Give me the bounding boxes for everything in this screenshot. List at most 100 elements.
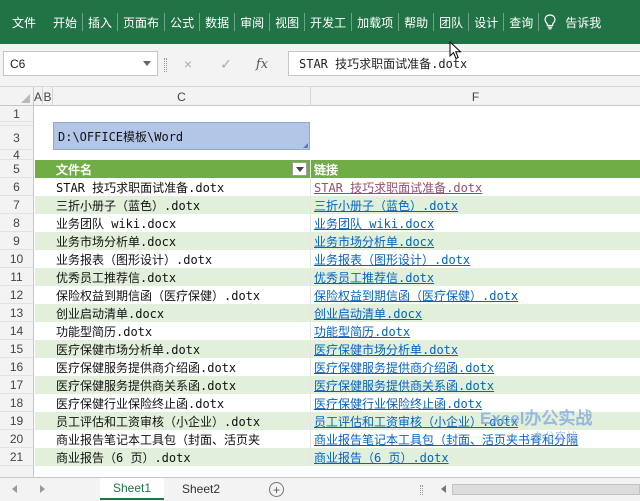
filename-cell[interactable]: STAR 技巧求职面试准备.dotx [53, 178, 311, 196]
hyperlink-cell[interactable]: 商业报告（6 页）.dotx [311, 448, 640, 466]
column-header-a[interactable]: A [34, 87, 43, 106]
filename-cell[interactable]: 医疗保健服务提供商介绍函.dotx [53, 358, 311, 376]
row-header[interactable]: 10 [0, 250, 33, 268]
header-cell-filename[interactable]: 文件名 [53, 160, 311, 178]
row-header[interactable]: 20 [0, 430, 33, 448]
hyperlink-cell[interactable]: 三折小册子（蓝色）.dotx [311, 196, 640, 214]
tab-review[interactable]: 审阅 [235, 0, 269, 44]
hyperlink-cell[interactable]: 医疗保健服务提供商关系函.dotx [311, 376, 640, 394]
row-header[interactable]: 9 [0, 232, 33, 250]
table-row: 业务团队 wiki.docx 业务团队 wiki.docx [35, 214, 640, 232]
filename-cell[interactable]: 医疗保健行业保险终止函.dotx [53, 394, 311, 412]
hyperlink-cell[interactable]: 业务报表（图形设计）.dotx [311, 250, 640, 268]
tab-addins[interactable]: 加载项 [352, 0, 398, 44]
column-header-c[interactable]: C [53, 87, 311, 106]
scroll-right-icon[interactable] [40, 485, 45, 493]
lightbulb-icon[interactable] [539, 0, 561, 44]
tab-design[interactable]: 设计 [469, 0, 503, 44]
row-header[interactable]: 7 [0, 196, 33, 214]
tab-view[interactable]: 视图 [270, 0, 304, 44]
hyperlink-cell[interactable]: 业务市场分析单.docx [311, 232, 640, 250]
worksheet-grid[interactable]: D:\OFFICE模板\Word 文件名 链接 STAR 技巧求职面试准备.dotx… [35, 106, 640, 477]
tab-home[interactable]: 开始 [48, 0, 82, 44]
hyperlink-cell[interactable]: 业务团队 wiki.docx [311, 214, 640, 232]
table-row: 三折小册子（蓝色）.dotx 三折小册子（蓝色）.dotx [35, 196, 640, 214]
row-header[interactable]: 4 [0, 148, 33, 162]
sheet-tab-sheet1[interactable]: Sheet1 [100, 478, 164, 500]
row-header[interactable]: 5 [0, 160, 33, 178]
filter-dropdown-button[interactable] [292, 162, 307, 176]
hyperlink-cell[interactable]: 医疗保健服务提供商介绍函.dotx [311, 358, 640, 376]
row-header[interactable]: 6 [0, 178, 33, 196]
filename-cell[interactable]: 商业报告笔记本工具包（封面、活页夹 [53, 430, 311, 448]
tab-data[interactable]: 数据 [200, 0, 234, 44]
hyperlink-cell[interactable]: 保险权益到期信函（医疗保健）.dotx [311, 286, 640, 304]
column-header-b[interactable]: B [43, 87, 53, 106]
enter-icon[interactable]: ✓ [214, 52, 238, 76]
path-cell-text: D:\OFFICE模板\Word [58, 129, 184, 144]
row-header[interactable]: 19 [0, 412, 33, 430]
header-cell-link[interactable]: 链接 [311, 160, 640, 178]
select-all-button[interactable] [0, 87, 34, 106]
row-header[interactable]: 1 [0, 106, 33, 122]
row-header[interactable]: 17 [0, 376, 33, 394]
row-header[interactable]: 18 [0, 394, 33, 412]
tab-query[interactable]: 查询 [504, 0, 538, 44]
filename-cell[interactable]: 员工评估和工资审核（小企业）.dotx [53, 412, 311, 430]
splitter-handle[interactable] [164, 58, 167, 72]
chevron-down-icon [295, 166, 304, 172]
row-header[interactable]: 3 [0, 126, 33, 150]
filename-cell[interactable]: 医疗保健市场分析单.dotx [53, 340, 311, 358]
column-header-f[interactable]: F [311, 87, 640, 106]
filename-cell[interactable]: 三折小册子（蓝色）.dotx [53, 196, 311, 214]
row-header[interactable]: 11 [0, 268, 33, 286]
chevron-down-icon[interactable] [143, 61, 151, 66]
hyperlink-cell[interactable]: 商业报告笔记本工具包（封面、活页夹书脊和分隔 [311, 430, 640, 448]
insert-function-button[interactable]: fx [250, 52, 274, 76]
hyperlink-cell[interactable]: 功能型简历.dotx [311, 322, 640, 340]
scroll-left-icon[interactable] [441, 485, 446, 493]
row-header[interactable]: 21 [0, 448, 33, 466]
hyperlink-cell[interactable]: STAR 技巧求职面试准备.dotx [311, 178, 640, 196]
name-box[interactable]: C6 [3, 51, 158, 76]
splitter-handle[interactable] [420, 485, 423, 495]
table-row: 创业启动清单.docx 创业启动清单.docx [35, 304, 640, 322]
table-row: 优秀员工推荐信.dotx 优秀员工推荐信.dotx [35, 268, 640, 286]
row-header[interactable]: 8 [0, 214, 33, 232]
filename-cell[interactable]: 创业启动清单.docx [53, 304, 311, 322]
cancel-icon[interactable]: × [176, 52, 200, 76]
horizontal-scrollbar[interactable] [438, 482, 640, 497]
filename-cell[interactable]: 功能型简历.dotx [53, 322, 311, 340]
formula-input[interactable]: STAR 技巧求职面试准备.dotx [288, 51, 640, 76]
row-header[interactable]: 16 [0, 358, 33, 376]
sheet-tab-sheet2[interactable]: Sheet2 [170, 478, 232, 500]
hyperlink-cell[interactable]: 优秀员工推荐信.dotx [311, 268, 640, 286]
scrollbar-thumb[interactable] [452, 484, 640, 495]
filename-cell[interactable]: 业务报表（图形设计）.dotx [53, 250, 311, 268]
tab-help[interactable]: 帮助 [399, 0, 433, 44]
filename-cell[interactable]: 商业报告（6 页）.dotx [53, 448, 311, 466]
tab-developer[interactable]: 开发工 [305, 0, 351, 44]
add-sheet-button[interactable]: + [269, 482, 284, 497]
tab-formulas[interactable]: 公式 [165, 0, 199, 44]
row-header[interactable]: 15 [0, 340, 33, 358]
filename-cell[interactable]: 业务市场分析单.docx [53, 232, 311, 250]
filename-cell[interactable]: 业务团队 wiki.docx [53, 214, 311, 232]
tab-insert[interactable]: 插入 [83, 0, 117, 44]
hyperlink-cell[interactable]: 医疗保健市场分析单.dotx [311, 340, 640, 358]
filename-cell[interactable]: 医疗保健服务提供商关系函.dotx [53, 376, 311, 394]
tab-team[interactable]: 团队 [434, 0, 468, 44]
filename-cell[interactable]: 优秀员工推荐信.dotx [53, 268, 311, 286]
tab-file[interactable]: 文件 [0, 0, 48, 44]
row-header[interactable]: 13 [0, 304, 33, 322]
tab-page-layout[interactable]: 页面布 [118, 0, 164, 44]
filename-cell[interactable]: 保险权益到期信函（医疗保健）.dotx [53, 286, 311, 304]
hyperlink-cell[interactable]: 创业启动清单.docx [311, 304, 640, 322]
row-header[interactable]: 12 [0, 286, 33, 304]
row-header[interactable]: 14 [0, 322, 33, 340]
tell-me-search[interactable]: 告诉我 [561, 0, 606, 44]
path-cell[interactable]: D:\OFFICE模板\Word [53, 122, 310, 150]
name-box-value: C6 [10, 56, 26, 71]
table-header-row: 文件名 链接 [35, 160, 640, 178]
scroll-left-icon[interactable] [12, 485, 17, 493]
